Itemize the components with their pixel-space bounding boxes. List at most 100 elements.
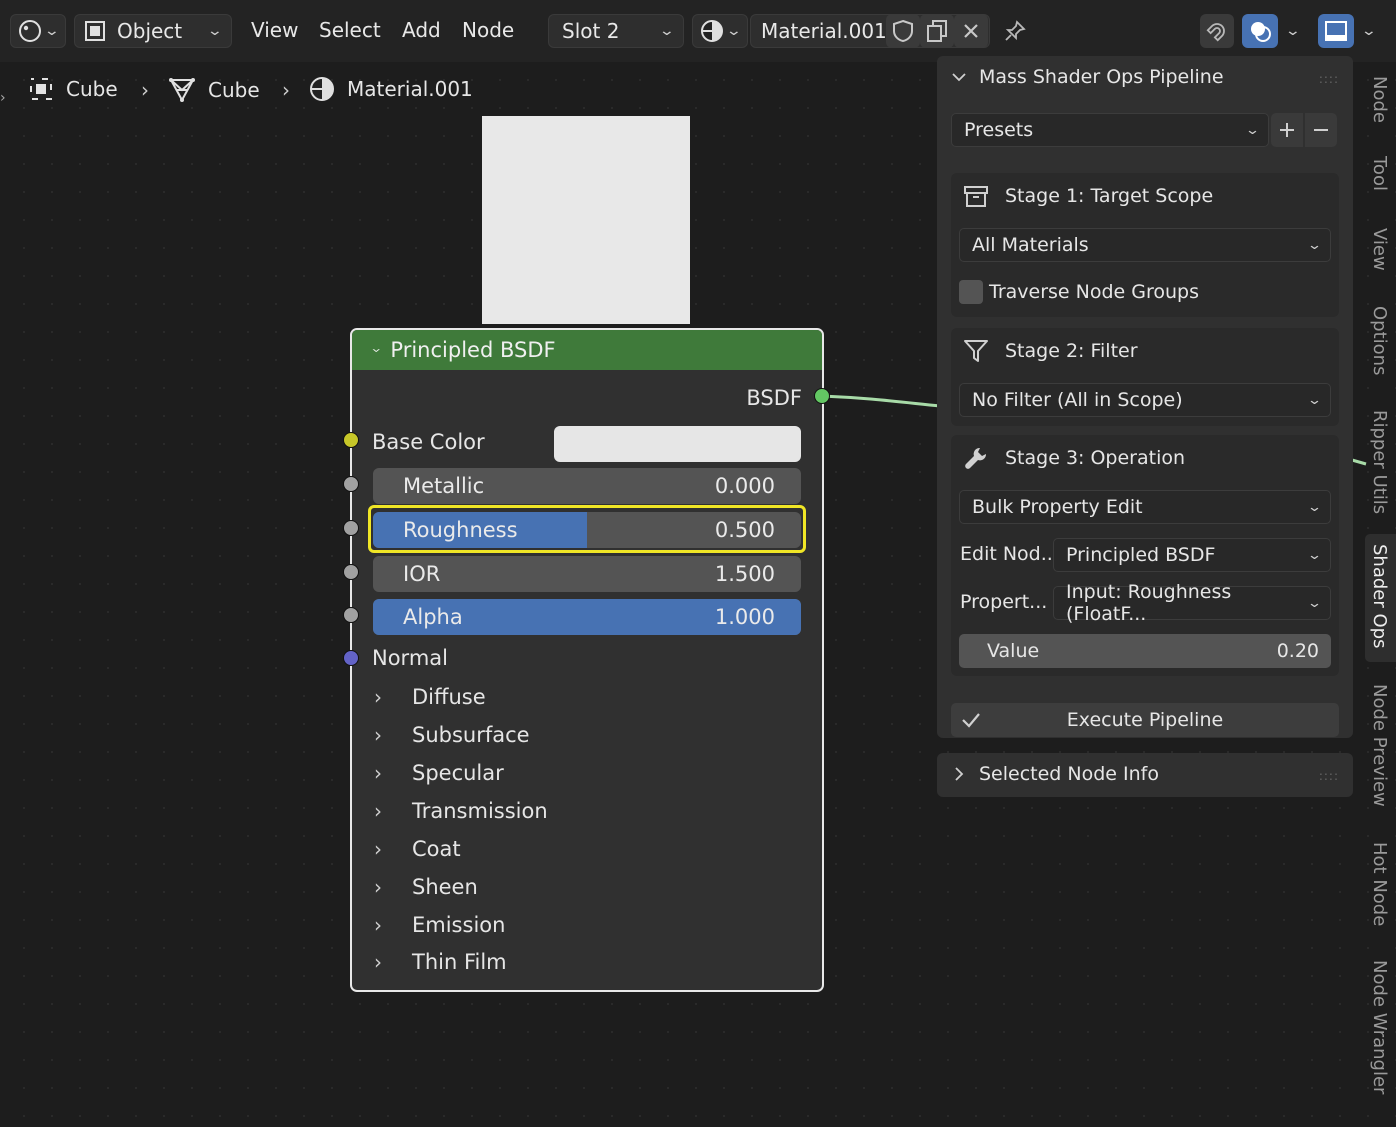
ior-slider[interactable]: IOR 1.500 (373, 556, 801, 592)
selected-node-info-panel[interactable]: Selected Node Info :::: (937, 753, 1353, 797)
execute-pipeline-button[interactable]: Execute Pipeline (951, 703, 1339, 737)
panel-label: Coat (412, 837, 461, 861)
node-header[interactable]: › Principled BSDF (352, 330, 822, 370)
panel-header[interactable]: Mass Shader Ops Pipeline (951, 66, 1224, 88)
panel-sheen[interactable]: › Sheen (374, 875, 478, 899)
property-label: Propert... (960, 591, 1048, 613)
chevron-right-icon (955, 767, 964, 781)
chevron-right-icon: › (374, 761, 382, 785)
edit-node-label: Edit Nod... (960, 543, 1059, 565)
panel-title: Mass Shader Ops Pipeline (979, 66, 1224, 88)
panel-thin-film[interactable]: › Thin Film (374, 950, 507, 974)
tab-hot-node[interactable]: Hot Node (1369, 842, 1390, 926)
tab-ripper-utils[interactable]: Ripper Utils (1369, 410, 1390, 514)
chevron-right-icon: › (374, 723, 382, 747)
input-socket-metallic[interactable] (343, 476, 359, 492)
chevron-down-icon: ⌄ (1306, 237, 1323, 253)
property-dropdown[interactable]: Input: Roughness (FloatF... ⌄ (1053, 581, 1331, 625)
wrench-icon (965, 447, 987, 469)
input-socket-normal[interactable] (343, 650, 359, 666)
alpha-label: Alpha (403, 605, 463, 629)
panel-label: Transmission (412, 799, 548, 823)
value-field[interactable]: Value 0.20 (959, 634, 1331, 668)
tab-tool[interactable]: Tool (1369, 156, 1390, 191)
ior-label: IOR (403, 562, 441, 586)
filter-value: No Filter (All in Scope) (972, 389, 1183, 411)
filter-icon (964, 340, 988, 362)
chevron-down-icon: ⌄ (1306, 392, 1323, 408)
chevron-right-icon: › (374, 950, 382, 974)
filter-dropdown[interactable]: No Filter (All in Scope) ⌄ (959, 383, 1331, 417)
tab-shader-ops[interactable]: Shader Ops (1369, 544, 1390, 648)
panel-label: Subsurface (412, 723, 530, 747)
panel-header[interactable]: Selected Node Info (951, 763, 1159, 785)
add-preset-button[interactable] (1271, 113, 1303, 147)
presets-dropdown[interactable]: Presets ⌄ (951, 113, 1269, 147)
scope-dropdown[interactable]: All Materials ⌄ (959, 228, 1331, 262)
highlight-box (368, 505, 806, 553)
tab-view[interactable]: View (1369, 228, 1390, 271)
stage1-header: Stage 1: Target Scope (963, 183, 1213, 209)
operation-value: Bulk Property Edit (972, 496, 1143, 518)
tab-node-preview[interactable]: Node Preview (1369, 684, 1390, 807)
bsdf-output-link (821, 394, 941, 408)
output-bsdf-row: BSDF (352, 382, 822, 418)
input-socket-alpha[interactable] (343, 607, 359, 623)
chevron-down-icon: ⌄ (1306, 499, 1323, 515)
chevron-right-icon: › (374, 913, 382, 937)
operation-dropdown[interactable]: Bulk Property Edit ⌄ (959, 490, 1331, 524)
presets-label: Presets (964, 119, 1034, 141)
checkbox-box[interactable] (959, 280, 983, 304)
value-number: 0.20 (1276, 640, 1319, 662)
panel-coat[interactable]: › Coat (374, 837, 461, 861)
scope-value: All Materials (972, 234, 1089, 256)
panel-diffuse[interactable]: › Diffuse (374, 685, 486, 709)
stage2-header: Stage 2: Filter (963, 338, 1138, 364)
panel-specular[interactable]: › Specular (374, 761, 504, 785)
alpha-value: 1.000 (714, 605, 775, 629)
edit-node-dropdown[interactable]: Principled BSDF ⌄ (1053, 538, 1331, 572)
panel-label: Diffuse (412, 685, 486, 709)
chevron-right-icon: › (374, 875, 382, 899)
tab-node-wrangler[interactable]: Node Wrangler (1369, 960, 1390, 1094)
chevron-right-icon: › (374, 837, 382, 861)
collapse-chevron-icon[interactable]: › (368, 348, 387, 352)
traverse-node-groups-checkbox[interactable]: Traverse Node Groups (959, 280, 1199, 304)
panel-subsurface[interactable]: › Subsurface (374, 723, 530, 747)
ior-value: 1.500 (714, 562, 775, 586)
tab-node[interactable]: Node (1369, 76, 1390, 123)
chevron-right-icon: › (374, 685, 382, 709)
principled-bsdf-node[interactable]: › Principled BSDF BSDF Base Color Metall… (343, 328, 830, 992)
panel-label: Sheen (412, 875, 478, 899)
base-color-row: Base Color (352, 426, 822, 462)
input-socket-roughness[interactable] (343, 520, 359, 536)
minus-icon (1314, 129, 1328, 131)
node-title: Principled BSDF (390, 338, 556, 362)
panel-emission[interactable]: › Emission (374, 913, 505, 937)
panel-transmission[interactable]: › Transmission (374, 799, 548, 823)
panel-label: Thin Film (412, 950, 507, 974)
alpha-slider[interactable]: Alpha 1.000 (373, 599, 801, 635)
base-color-label: Base Color (372, 430, 485, 454)
output-socket-bsdf[interactable] (814, 388, 830, 404)
drag-handle-icon[interactable]: :::: (1319, 769, 1339, 783)
remove-preset-button[interactable] (1305, 113, 1337, 147)
metallic-slider[interactable]: Metallic 0.000 (373, 468, 801, 504)
chevron-down-icon: ⌄ (1244, 122, 1261, 138)
drag-handle-icon[interactable]: :::: (1319, 72, 1339, 86)
metallic-value: 0.000 (714, 474, 775, 498)
input-socket-ior[interactable] (343, 564, 359, 580)
chevron-down-icon (952, 73, 966, 82)
stage1-box: Stage 1: Target Scope All Materials ⌄ Tr… (951, 173, 1339, 317)
property-value: Input: Roughness (FloatF... (1066, 581, 1232, 625)
value-label: Value (987, 640, 1040, 662)
stage3-header: Stage 3: Operation (963, 445, 1185, 471)
sidebar-tabs: Node Tool View Options Ripper Utils Shad… (1363, 56, 1396, 1127)
stage1-title: Stage 1: Target Scope (1005, 185, 1214, 207)
base-color-swatch[interactable] (554, 426, 801, 462)
stage2-box: Stage 2: Filter No Filter (All in Scope)… (951, 328, 1339, 426)
panel-title: Selected Node Info (979, 763, 1159, 785)
chevron-down-icon: ⌄ (1306, 547, 1323, 563)
tab-options[interactable]: Options (1369, 306, 1390, 375)
input-socket-base-color[interactable] (343, 432, 359, 448)
